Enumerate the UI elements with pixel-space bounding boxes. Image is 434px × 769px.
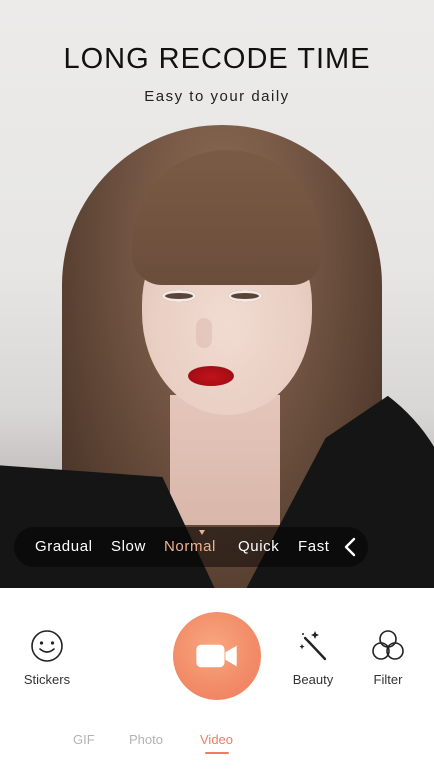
speed-selected-indicator: [199, 530, 205, 535]
banner-subtitle: Easy to your daily: [144, 88, 290, 105]
portrait-nose: [196, 318, 212, 348]
filter-circles-icon: [372, 630, 404, 660]
beauty-button[interactable]: Beauty: [273, 628, 353, 687]
mode-selected-underline: [205, 752, 229, 754]
mode-video[interactable]: Video: [200, 732, 233, 747]
record-button[interactable]: [173, 612, 261, 700]
stickers-label: Stickers: [23, 672, 71, 687]
mode-photo[interactable]: Photo: [129, 732, 163, 747]
bottom-panel: Stickers Beauty Filter GIF Photo Video: [0, 588, 434, 769]
speed-option-normal[interactable]: Normal: [164, 538, 216, 555]
chevron-left-icon[interactable]: [340, 536, 362, 558]
stickers-button[interactable]: Stickers: [7, 628, 87, 687]
filter-label: Filter: [373, 672, 403, 687]
portrait-eye-right: [228, 290, 262, 302]
portrait-lips: [188, 366, 234, 386]
smiley-icon: [31, 630, 63, 662]
speed-option-slow[interactable]: Slow: [111, 538, 146, 555]
magic-wand-icon: [299, 631, 327, 661]
camera-preview: LONG RECODE TIME Easy to your daily Grad…: [0, 0, 434, 588]
speed-selector: Gradual Slow Normal Quick Fast: [14, 527, 368, 567]
beauty-label: Beauty: [292, 672, 334, 687]
filter-button[interactable]: Filter: [348, 628, 428, 687]
speed-option-fast[interactable]: Fast: [298, 538, 330, 555]
speed-option-gradual[interactable]: Gradual: [35, 538, 93, 555]
banner-title: LONG RECODE TIME: [63, 43, 371, 75]
video-camera-icon: [196, 644, 237, 668]
speed-option-quick[interactable]: Quick: [238, 538, 279, 555]
mode-gif[interactable]: GIF: [73, 732, 95, 747]
portrait-eye-left: [162, 290, 196, 302]
